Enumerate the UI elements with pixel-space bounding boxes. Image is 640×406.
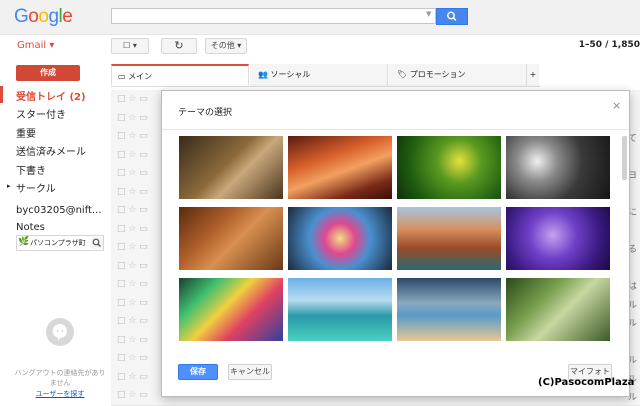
row-checkbox-star-icons[interactable]: □ ☆ ▭	[117, 390, 148, 400]
tab-primary-label: メイン	[128, 72, 153, 81]
row-checkbox-star-icons[interactable]: □ ☆ ▭	[117, 353, 148, 363]
chat-contact-name[interactable]: パソコンプラザ町	[30, 238, 86, 248]
sidebar-item-label: 下書き	[16, 166, 46, 177]
forest-theme-thumbnail[interactable]	[506, 278, 610, 341]
bokeh-theme-thumbnail[interactable]	[288, 207, 392, 270]
dialog-title: テーマの選択	[178, 108, 233, 118]
row-checkbox-star-icons[interactable]: □ ☆ ▭	[117, 113, 148, 123]
cancel-button[interactable]: キャンセル	[228, 364, 272, 380]
gmail-label: Gmail	[17, 40, 47, 51]
row-checkbox-star-icons[interactable]: □ ☆ ▭	[117, 279, 148, 289]
row-checkbox-star-icons[interactable]: □ ☆ ▭	[117, 261, 148, 271]
sidebar-item[interactable]: スター付き	[16, 106, 66, 121]
sidebar-item[interactable]: 受信トレイ (2)	[16, 88, 86, 103]
gmail-menu[interactable]: Gmail ▾	[17, 40, 54, 51]
row-checkbox-star-icons[interactable]: □ ☆ ▭	[117, 205, 148, 215]
lake-theme-thumbnail[interactable]	[288, 278, 392, 341]
sidebar-item-label: 重要	[16, 129, 36, 140]
jellyfish-theme-thumbnail[interactable]	[506, 207, 610, 270]
logo-letter: e	[62, 6, 73, 27]
river-canyon-theme-thumbnail[interactable]	[397, 207, 501, 270]
tab-social[interactable]: 👥 ソーシャル	[250, 64, 388, 86]
row-checkbox-star-icons[interactable]: □ ☆ ▭	[117, 131, 148, 141]
chevron-down-icon: ▾	[46, 40, 55, 51]
tab-social-label: ソーシャル	[270, 70, 311, 79]
sidebar-item[interactable]: ▸ サークル	[7, 180, 56, 195]
logo-letter: o	[28, 6, 39, 27]
inbox-icon: ▭	[118, 72, 129, 81]
save-button[interactable]: 保存	[178, 364, 218, 380]
logo-letter: G	[14, 6, 29, 27]
leaves-theme-thumbnail[interactable]	[179, 207, 283, 270]
sidebar-item-label: byc03205@nift...	[16, 205, 102, 216]
compose-button[interactable]: 作成	[16, 65, 80, 81]
copyright-watermark: (C)PasocomPlaza	[538, 377, 635, 388]
close-icon[interactable]: ×	[612, 99, 621, 112]
refresh-icon: ↻	[174, 39, 184, 52]
google-logo[interactable]: Google	[14, 6, 73, 28]
dialog-divider	[162, 129, 629, 130]
sidebar-item[interactable]: 重要	[16, 125, 36, 140]
theme-dialog: テーマの選択 × 保存 キャンセル マイフォト	[161, 90, 630, 397]
refresh-button[interactable]: ↻	[161, 38, 197, 54]
sidebar-item[interactable]: Notes	[16, 222, 45, 233]
find-users-link[interactable]: ユーザーを探す	[14, 389, 106, 399]
add-tab-button[interactable]: +	[527, 64, 539, 86]
row-checkbox-star-icons[interactable]: □ ☆ ▭	[117, 242, 148, 252]
rainbow-theme-thumbnail[interactable]	[179, 278, 283, 341]
tag-icon: 🏷	[397, 70, 410, 79]
logo-letter: o	[38, 6, 49, 27]
search-input[interactable]	[111, 8, 436, 24]
search-icon	[447, 11, 457, 21]
expand-arrow-icon[interactable]: ▸	[7, 182, 11, 190]
row-checkbox-star-icons[interactable]: □ ☆ ▭	[117, 94, 148, 104]
search-icon	[92, 238, 101, 247]
more-button[interactable]: その他 ▾	[205, 38, 247, 54]
row-checkbox-star-icons[interactable]: □ ☆ ▭	[117, 187, 148, 197]
row-checkbox-star-icons[interactable]: □ ☆ ▭	[117, 224, 148, 234]
sidebar-item-label: サークル	[16, 184, 56, 195]
canyon-theme-thumbnail[interactable]	[288, 136, 392, 199]
caterpillar-theme-thumbnail[interactable]	[397, 136, 501, 199]
row-checkbox-star-icons[interactable]: □ ☆ ▭	[117, 372, 148, 382]
sidebar-item[interactable]: 下書き	[16, 162, 46, 177]
hangout-icon	[46, 318, 74, 346]
sidebar-item[interactable]: 送信済みメール	[16, 143, 86, 158]
chat-search-button[interactable]	[91, 237, 103, 249]
row-checkbox-star-icons[interactable]: □ ☆ ▭	[117, 316, 148, 326]
tab-primary[interactable]: ▭ メイン	[111, 64, 249, 86]
row-checkbox-star-icons[interactable]: □ ☆ ▭	[117, 150, 148, 160]
row-checkbox-star-icons[interactable]: □ ☆ ▭	[117, 168, 148, 178]
sidebar-item-label: スター付き	[16, 110, 66, 121]
contact-avatar-icon: 🌿	[18, 237, 30, 247]
search-options-icon[interactable]: ▼	[426, 10, 431, 18]
sidebar-item-label: Notes	[16, 222, 45, 233]
beach-theme-thumbnail[interactable]	[397, 278, 501, 341]
search-button[interactable]	[436, 8, 468, 25]
chess-theme-thumbnail[interactable]	[179, 136, 283, 199]
sidebar-item-label: 送信済みメール	[16, 147, 86, 158]
pagination-count: 1–50 / 1,850	[578, 40, 640, 50]
sidebar-item-label: 受信トレイ (2)	[16, 92, 86, 103]
people-icon: 👥	[258, 70, 271, 79]
sidebar-item[interactable]: byc03205@nift...	[16, 205, 102, 216]
dialog-scrollbar[interactable]	[622, 136, 627, 180]
tab-promotions[interactable]: 🏷 プロモーション	[389, 64, 527, 86]
logo-letter: g	[48, 6, 59, 27]
row-checkbox-star-icons[interactable]: □ ☆ ▭	[117, 335, 148, 345]
hangout-empty-text: ハングアウトの連絡先がありません	[14, 369, 106, 387]
pipes-theme-thumbnail[interactable]	[506, 136, 610, 199]
row-checkbox-star-icons[interactable]: □ ☆ ▭	[117, 298, 148, 308]
tab-promotions-label: プロモーション	[409, 70, 466, 79]
select-checkbox-button[interactable]: ☐ ▾	[111, 38, 149, 54]
